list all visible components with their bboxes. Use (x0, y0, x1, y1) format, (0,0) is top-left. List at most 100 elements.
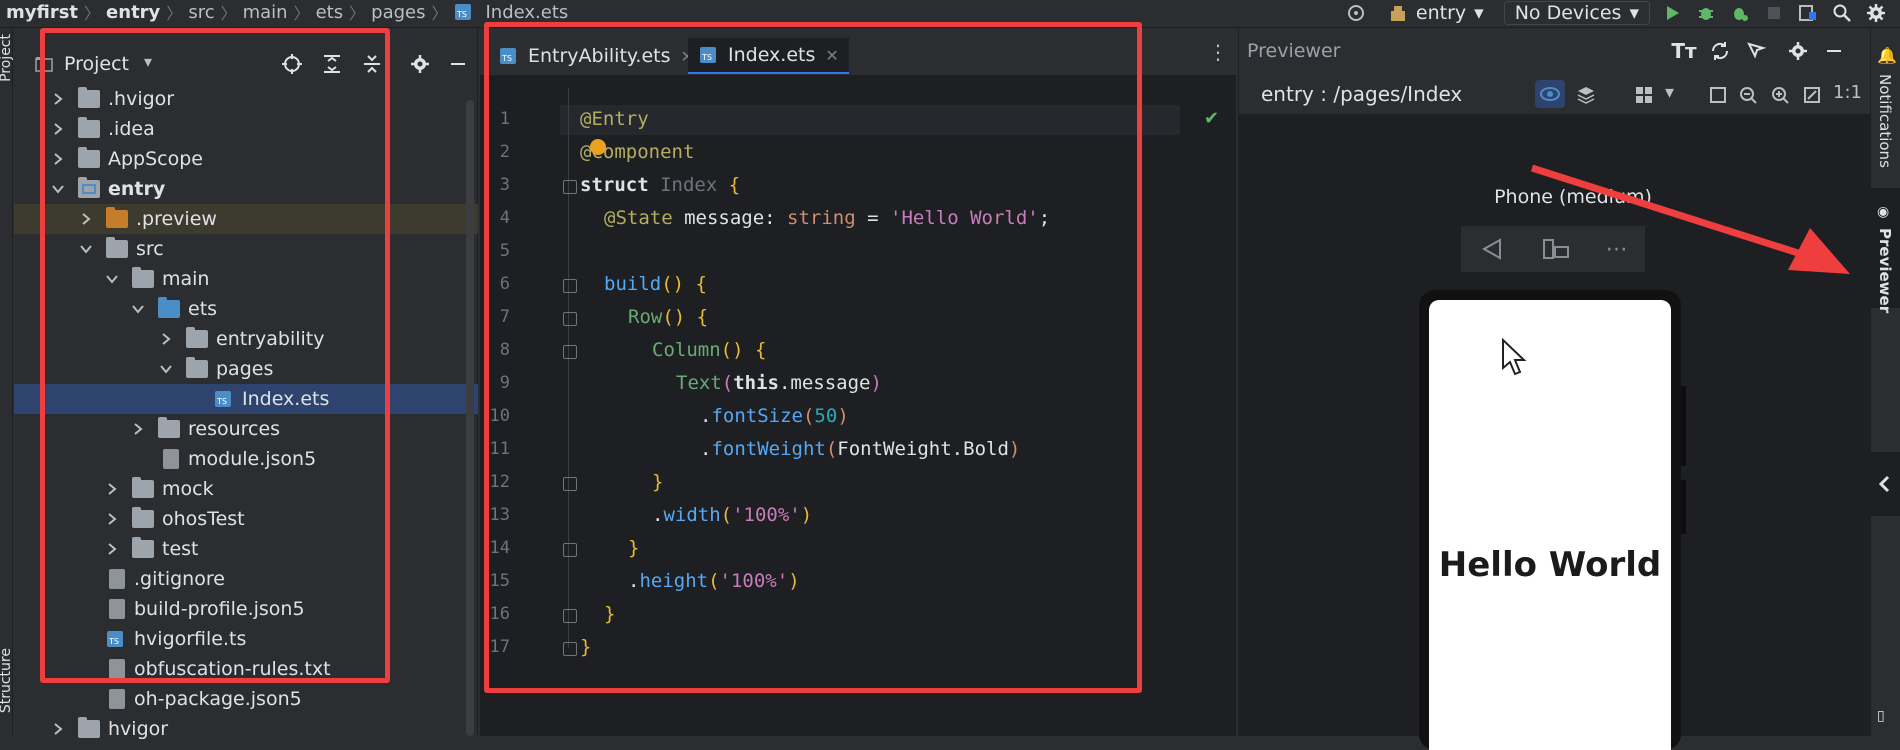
chevron-right-icon[interactable] (104, 511, 120, 527)
tree-item-ohostest[interactable]: ohosTest (14, 504, 478, 534)
chevron-right-icon[interactable] (78, 211, 94, 227)
code-line-9[interactable]: Text(this.message) (676, 372, 882, 394)
tree-item-test[interactable]: test (14, 534, 478, 564)
tree-item-ets[interactable]: ets (14, 294, 478, 324)
tree-item-index-ets[interactable]: TS Index.ets (14, 384, 478, 414)
grid-icon[interactable] (1631, 82, 1657, 108)
zoom-out-icon[interactable] (1735, 82, 1761, 108)
chevron-right-icon[interactable] (50, 91, 66, 107)
code-line-6[interactable]: build() { (604, 273, 707, 295)
code-line-14[interactable]: } (628, 537, 639, 559)
code-line-16[interactable]: } (604, 603, 615, 625)
chevron-right-icon[interactable] (104, 541, 120, 557)
minimize-icon[interactable] (446, 52, 470, 76)
tree-item-entryability[interactable]: entryability (14, 324, 478, 354)
actual-size-icon[interactable] (1799, 82, 1825, 108)
tree-item-hvigorfile[interactable]: TS hvigorfile.ts (14, 624, 478, 654)
tree-item-obfuscation[interactable]: obfuscation-rules.txt (14, 654, 478, 684)
eye-icon[interactable] (1535, 80, 1565, 108)
code-line-15[interactable]: .height('100%') (628, 570, 800, 592)
chevron-right-icon[interactable] (104, 481, 120, 497)
collapse-all-icon[interactable] (360, 52, 384, 76)
tree-item-entry[interactable]: entry (14, 174, 478, 204)
breadcrumb-main[interactable]: main (237, 2, 294, 23)
minimize-icon[interactable] (1821, 38, 1847, 64)
device-icon[interactable]: ▯ (1877, 708, 1885, 724)
chevron-right-icon[interactable] (130, 421, 146, 437)
refresh-icon[interactable] (1707, 38, 1733, 64)
module-selector[interactable]: entry ▾ (1378, 1, 1494, 25)
fold-marker-icon[interactable] (563, 279, 577, 293)
fit-icon[interactable] (1705, 82, 1731, 108)
run-icon[interactable] (1660, 1, 1684, 25)
close-icon[interactable]: ✕ (825, 46, 838, 65)
zoom-ratio[interactable]: 1:1 (1833, 82, 1862, 103)
gear-icon[interactable] (1785, 38, 1811, 64)
bell-icon[interactable]: 🔔 (1877, 46, 1897, 65)
more-options-icon[interactable]: ⋮ (1208, 40, 1228, 64)
code-line-3[interactable]: struct Index { (580, 174, 740, 196)
device-manager-icon[interactable] (1796, 1, 1820, 25)
breadcrumb-project[interactable]: myfirst (0, 2, 84, 23)
project-scrollbar[interactable] (466, 100, 474, 736)
chevron-right-icon[interactable] (50, 121, 66, 137)
chevron-down-icon[interactable] (130, 301, 146, 317)
previewer-tool-tab[interactable]: Previewer (1876, 228, 1894, 313)
text-size-icon[interactable]: Tт (1671, 38, 1697, 64)
tab-index[interactable]: TS Index.ets ✕ (688, 38, 849, 74)
code-line-10[interactable]: .fontSize(50) (700, 405, 849, 427)
breadcrumb-ets[interactable]: ets (310, 2, 350, 23)
breakpoint-hint-icon[interactable] (590, 139, 606, 155)
tree-item-resources[interactable]: resources (14, 414, 478, 444)
code-line-11[interactable]: .fontWeight(FontWeight.Bold) (700, 438, 1020, 460)
stop-icon[interactable] (1762, 1, 1786, 25)
fold-marker-icon[interactable] (563, 642, 577, 656)
phone-screen[interactable]: Hello World (1429, 300, 1671, 750)
tree-item-preview[interactable]: .preview (14, 204, 478, 234)
tree-item-src[interactable]: src (14, 234, 478, 264)
breadcrumb-file[interactable]: Index.ets (480, 2, 575, 23)
zoom-in-icon[interactable] (1767, 82, 1793, 108)
gear-icon[interactable] (408, 52, 432, 76)
inspector-icon[interactable] (1743, 38, 1769, 64)
chevron-down-icon[interactable] (104, 271, 120, 287)
breadcrumb-pages[interactable]: pages (365, 2, 431, 23)
settings-icon[interactable] (1864, 1, 1888, 25)
project-tool-tab[interactable]: Project (0, 34, 14, 82)
structure-tool-tab[interactable]: Structure (0, 648, 14, 713)
collapse-panel-button[interactable] (1868, 452, 1900, 516)
tree-item-appscope[interactable]: AppScope (14, 144, 478, 174)
chevron-right-icon[interactable] (50, 721, 66, 737)
debug-icon[interactable] (1694, 1, 1718, 25)
fold-marker-icon[interactable] (563, 609, 577, 623)
chevron-down-icon[interactable]: ▾ (144, 52, 152, 71)
expand-all-icon[interactable] (320, 52, 344, 76)
tab-entryability[interactable]: TS EntryAbility.ets ✕ (488, 38, 704, 74)
tree-item-idea[interactable]: .idea (14, 114, 478, 144)
back-icon[interactable] (1478, 237, 1506, 261)
code-line-13[interactable]: .width('100%') (652, 504, 812, 526)
code-line-1[interactable]: @Entry (580, 108, 649, 130)
code-line-12[interactable]: } (652, 471, 663, 493)
tree-item-oh-package[interactable]: oh-package.json5 (14, 684, 478, 714)
tree-item-build-profile[interactable]: build-profile.json5 (14, 594, 478, 624)
code-line-17[interactable]: } (580, 636, 591, 658)
tree-item-mock[interactable]: mock (14, 474, 478, 504)
locate-file-icon[interactable] (280, 52, 304, 76)
fold-marker-icon[interactable] (563, 345, 577, 359)
chevron-right-icon[interactable] (50, 151, 66, 167)
layers-icon[interactable] (1573, 82, 1599, 108)
tree-item-main[interactable]: main (14, 264, 478, 294)
tree-item-hvigor-dir[interactable]: .hvigor (14, 84, 478, 114)
search-icon[interactable] (1830, 1, 1854, 25)
breadcrumb-src[interactable]: src (182, 2, 220, 23)
device-selector[interactable]: No Devices ▾ (1503, 1, 1650, 25)
tree-item-hvigor[interactable]: hvigor (14, 714, 478, 744)
tree-item-gitignore[interactable]: .gitignore (14, 564, 478, 594)
project-panel-title[interactable]: Project (64, 50, 129, 78)
fold-marker-icon[interactable] (563, 543, 577, 557)
tree-item-pages[interactable]: pages (14, 354, 478, 384)
fold-marker-icon[interactable] (563, 312, 577, 326)
chevron-right-icon[interactable] (158, 331, 174, 347)
chevron-down-icon[interactable]: ▾ (1665, 82, 1674, 103)
